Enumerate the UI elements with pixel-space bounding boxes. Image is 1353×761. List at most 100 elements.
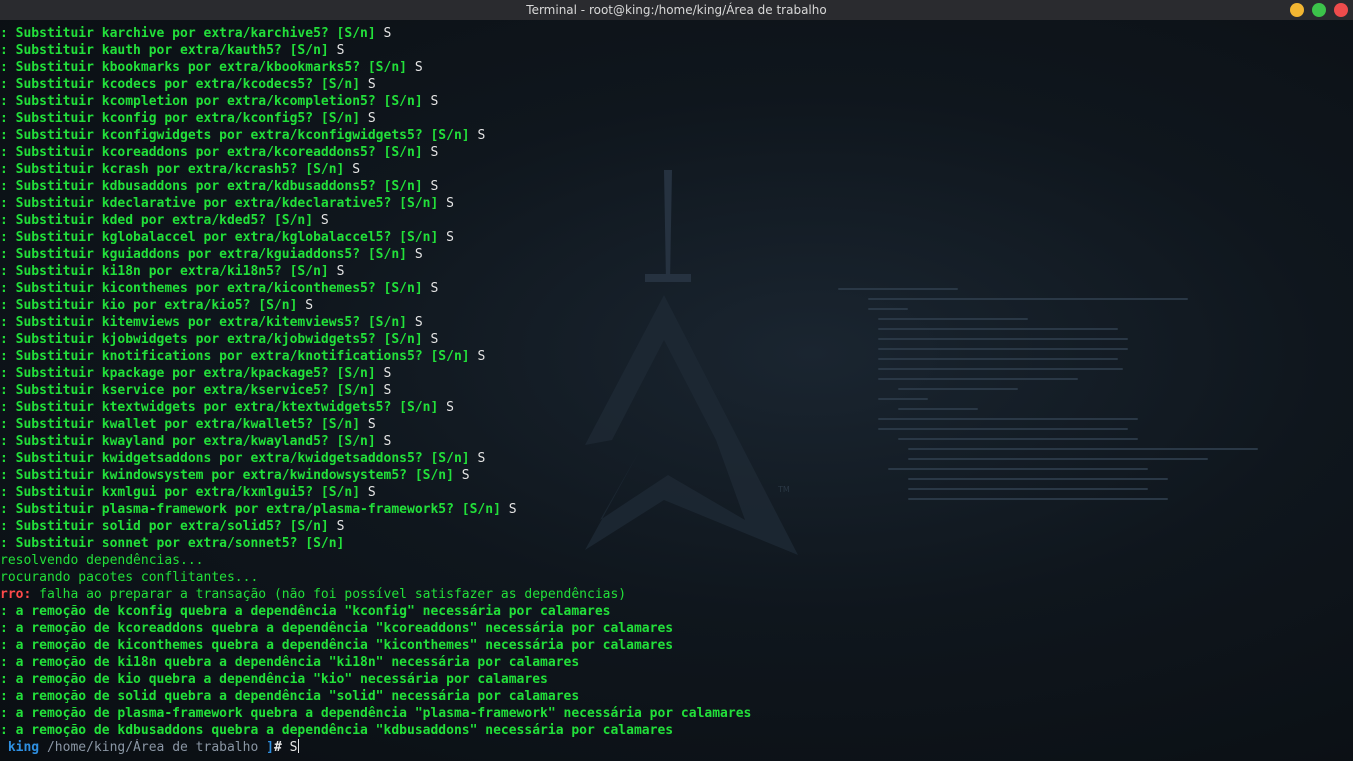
output-line: : a remoção de kiconthemes quebra a depe… [0,637,1353,654]
output-line: : Substituir solid por extra/solid5? [S/… [0,518,1353,535]
minimize-icon[interactable] [1290,3,1304,17]
output-line: rocurando pacotes conflitantes... [0,569,1353,586]
command-input[interactable]: S [282,740,298,755]
output-line: : a remoção de ki18n quebra a dependênci… [0,654,1353,671]
replace-prompt: : Substituir kservice por extra/kservice… [0,383,376,398]
replace-prompt: : Substituir kdbusaddons por extra/kdbus… [0,179,423,194]
output-line: : a remoção de kconfig quebra a dependên… [0,603,1353,620]
replace-prompt: : Substituir kcrash por extra/kcrash5? [… [0,162,345,177]
replace-answer: S [383,26,392,41]
output-line: : Substituir kauth por extra/kauth5? [S/… [0,42,1353,59]
output-line: : Substituir kxmlgui por extra/kxmlgui5?… [0,484,1353,501]
replace-answer: S [352,162,361,177]
replace-answer: S [305,298,314,313]
replace-answer: S [430,281,439,296]
output-line: : Substituir kcoreaddons por extra/kcore… [0,144,1353,161]
replace-answer: S [414,315,423,330]
output-line: : Substituir karchive por extra/karchive… [0,25,1353,42]
dependency-error: : a remoção de ki18n quebra a dependênci… [0,655,580,670]
prompt-symbol: # [273,740,282,755]
replace-answer: S [430,179,439,194]
replace-prompt: : Substituir kconfigwidgets por extra/kc… [0,128,470,143]
prompt-user: king [0,740,40,755]
output-line: : Substituir kguiaddons por extra/kguiad… [0,246,1353,263]
prompt-path: /home/king/Área de trabalho [39,740,259,755]
replace-prompt: : Substituir knotifications por extra/kn… [0,349,470,364]
replace-prompt: : Substituir kdeclarative por extra/kdec… [0,196,439,211]
replace-answer: S [367,77,376,92]
output-line: : a remoção de kio quebra a dependência … [0,671,1353,688]
replace-answer: S [367,111,376,126]
status-text: resolvendo dependências... [0,553,204,568]
text-cursor [298,739,300,753]
replace-answer: S [430,145,439,160]
output-line: : Substituir ktextwidgets por extra/ktex… [0,399,1353,416]
replace-answer: S [477,349,486,364]
replace-prompt: : Substituir kded por extra/kded5? [S/n] [0,213,314,228]
replace-answer: S [430,332,439,347]
replace-prompt: : Substituir kwallet por extra/kwallet5?… [0,417,361,432]
replace-prompt: : Substituir kxmlgui por extra/kxmlgui5?… [0,485,361,500]
maximize-icon[interactable] [1312,3,1326,17]
output-line: resolvendo dependências... [0,552,1353,569]
replace-answer: S [367,417,376,432]
replace-answer: S [446,400,454,415]
output-line: : Substituir kservice por extra/kservice… [0,382,1353,399]
replace-prompt: : Substituir kiconthemes por extra/kicon… [0,281,423,296]
replace-prompt: : Substituir kjobwidgets por extra/kjobw… [0,332,423,347]
output-line: : Substituir kpackage por extra/kpackage… [0,365,1353,382]
output-line: : a remoção de kdbusaddons quebra a depe… [0,722,1353,739]
replace-prompt: : Substituir ktextwidgets por extra/ktex… [0,400,439,415]
output-line: : Substituir knotifications por extra/kn… [0,348,1353,365]
output-line: : Substituir plasma-framework por extra/… [0,501,1353,518]
output-line: : Substituir kwindowsystem por extra/kwi… [0,467,1353,484]
dependency-error: : a remoção de kdbusaddons quebra a depe… [0,723,674,738]
replace-prompt: : Substituir kio por extra/kio5? [S/n] [0,298,298,313]
output-line: : Substituir kitemviews por extra/kitemv… [0,314,1353,331]
output-line: : a remoção de solid quebra a dependênci… [0,688,1353,705]
output-line: : Substituir kwallet por extra/kwallet5?… [0,416,1353,433]
output-line: : Substituir kglobalaccel por extra/kglo… [0,229,1353,246]
replace-prompt: : Substituir kcoreaddons por extra/kcore… [0,145,423,160]
terminal-area[interactable]: TM : Substituir karchive por extra/karch… [0,20,1353,761]
replace-prompt: : Substituir ki18n por extra/ki18n5? [S/… [0,264,329,279]
output-line: : Substituir kcompletion por extra/kcomp… [0,93,1353,110]
replace-answer: S [336,43,345,58]
prompt-line: king /home/king/Área de trabalho ]# S [0,739,1353,756]
output-line: : Substituir kconfigwidgets por extra/kc… [0,127,1353,144]
replace-answer: S [414,247,423,262]
replace-prompt: : Substituir kcodecs por extra/kcodecs5?… [0,77,361,92]
replace-answer: S [430,94,439,109]
dependency-error: : a remoção de solid quebra a dependênci… [0,689,580,704]
replace-answer: S [383,434,392,449]
title-bar[interactable]: Terminal - root@king:/home/king/Área de … [0,0,1353,20]
output-line: : Substituir sonnet por extra/sonnet5? [… [0,535,1353,552]
output-line: : Substituir kded por extra/kded5? [S/n]… [0,212,1353,229]
error-label: rro: [0,587,32,602]
output-line: : Substituir kbookmarks por extra/kbookm… [0,59,1353,76]
replace-answer: S [461,468,470,483]
replace-prompt: : Substituir kpackage por extra/kpackage… [0,366,376,381]
replace-answer: S [477,128,486,143]
replace-prompt: : Substituir kwayland por extra/kwayland… [0,434,376,449]
dependency-error: : a remoção de kcoreaddons quebra a depe… [0,621,674,636]
replace-answer: S [336,264,345,279]
dependency-error: : a remoção de kconfig quebra a dependên… [0,604,611,619]
replace-prompt: : Substituir kguiaddons por extra/kguiad… [0,247,407,262]
dependency-error: : a remoção de kio quebra a dependência … [0,672,548,687]
output-line: : Substituir kcrash por extra/kcrash5? [… [0,161,1353,178]
terminal-output[interactable]: : Substituir karchive por extra/karchive… [0,25,1353,756]
replace-prompt: : Substituir kglobalaccel por extra/kglo… [0,230,439,245]
replace-prompt: : Substituir solid por extra/solid5? [S/… [0,519,329,534]
replace-answer: S [320,213,329,228]
output-line: : Substituir kio por extra/kio5? [S/n] S [0,297,1353,314]
replace-prompt: : Substituir plasma-framework por extra/… [0,502,501,517]
replace-prompt: : Substituir kcompletion por extra/kcomp… [0,94,423,109]
output-line: : a remoção de kcoreaddons quebra a depe… [0,620,1353,637]
output-line: : Substituir kdbusaddons por extra/kdbus… [0,178,1353,195]
close-icon[interactable] [1334,3,1348,17]
replace-answer: S [336,519,345,534]
output-line: : Substituir kconfig por extra/kconfig5?… [0,110,1353,127]
replace-answer: S [477,451,486,466]
output-line: : Substituir ki18n por extra/ki18n5? [S/… [0,263,1353,280]
